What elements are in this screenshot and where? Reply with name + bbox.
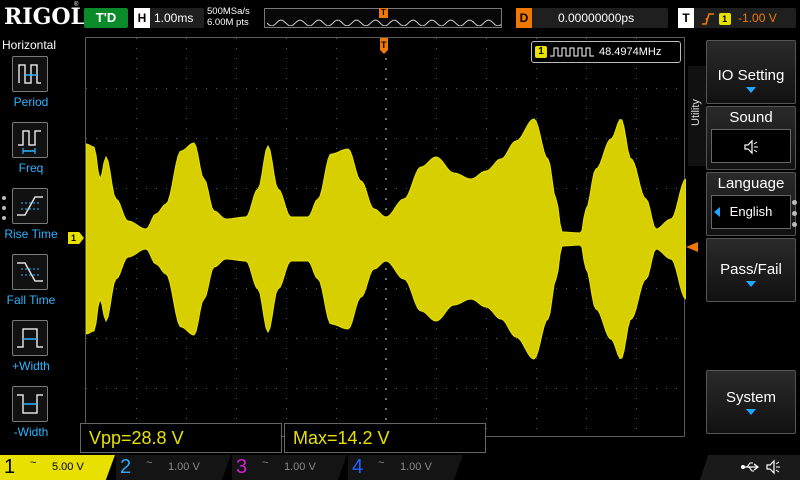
registered-mark: ®: [74, 2, 79, 8]
freq-channel-badge: 1: [535, 46, 547, 58]
positive-width-icon: [12, 320, 48, 356]
chevron-down-icon: [746, 281, 756, 287]
ch1-waveform: [86, 118, 686, 360]
positive-width-label: +Width: [12, 359, 50, 373]
negative-width-icon: [12, 386, 48, 422]
trigger-position-marker: T: [379, 8, 388, 18]
channel-4-coupling: ~: [378, 457, 385, 469]
usb-icon: [741, 462, 760, 472]
channel-1-scale: 5.00 V: [52, 461, 84, 473]
channel-status-bar: 1 ~ 5.00 V 2 ~ 1.00 V 3 ~ 1.00 V 4 ~ 1.0…: [0, 455, 800, 480]
measurement-max[interactable]: Max=14.2 V: [284, 423, 486, 453]
delay-value: 0.00000000ps: [558, 11, 635, 25]
language-selector[interactable]: English: [711, 195, 791, 229]
channel-1-coupling: ~: [30, 457, 37, 469]
channel-3-tab[interactable]: 3 ~ 1.00 V: [232, 455, 347, 480]
delay-key: D: [516, 8, 532, 28]
trigger-display[interactable]: T 1 -1.00 V: [678, 8, 796, 28]
channel-3-scale: 1.00 V: [284, 461, 316, 473]
negative-width-label: -Width: [13, 425, 49, 439]
language-label: Language: [717, 175, 785, 192]
channel-2-scale: 1.00 V: [168, 461, 200, 473]
utility-menu: Utility IO Setting Sound Language Englis…: [688, 36, 800, 454]
timebase-display[interactable]: H 1.00ms: [134, 8, 204, 28]
chevron-down-icon: [746, 409, 756, 415]
language-value: English: [729, 204, 773, 219]
sample-rate: 500MSa/s: [207, 6, 250, 17]
memory-waveform-overview: [267, 19, 501, 26]
channel-3-coupling: ~: [262, 457, 269, 469]
utility-tab: Utility: [688, 66, 706, 166]
chevron-left-icon: [714, 207, 720, 217]
trigger-source-marker: 1: [718, 12, 731, 25]
frequency-counter: 1 48.4974MHz: [531, 41, 681, 63]
measure-positive-width-button[interactable]: +Width: [0, 320, 60, 384]
channel-4-tab[interactable]: 4 ~ 1.00 V: [348, 455, 463, 480]
fall-time-icon: [12, 254, 48, 290]
channel-2-tab[interactable]: 2 ~ 1.00 V: [116, 455, 231, 480]
trigger-delay-display[interactable]: D 0.00000000ps: [516, 8, 668, 28]
channel-1-number: 1: [4, 456, 16, 478]
pass-fail-button[interactable]: Pass/Fail: [706, 238, 796, 302]
timebase-value: 1.00ms: [154, 11, 194, 25]
frequency-icon: [12, 122, 48, 158]
svg-text:T: T: [381, 40, 387, 50]
measure-rise-time-button[interactable]: Rise Time: [0, 188, 60, 252]
square-wave-icon: [550, 47, 594, 57]
chevron-down-icon: [746, 87, 756, 93]
right-menu-page-indicator: [792, 200, 798, 233]
channel-1-tab[interactable]: 1 ~ 5.00 V: [0, 455, 115, 480]
rising-edge-icon: [701, 12, 715, 26]
period-label: Period: [13, 95, 49, 109]
trigger-time-marker: T: [380, 38, 388, 54]
menu-page-indicator: [2, 196, 6, 226]
channel-2-coupling: ~: [146, 457, 153, 469]
measure-negative-width-button[interactable]: -Width: [0, 386, 60, 450]
speaker-icon: [744, 139, 758, 155]
acquisition-info: 500MSa/s 6.00M pts: [207, 6, 250, 28]
channel-4-scale: 1.00 V: [400, 461, 432, 473]
timebase-key: H: [134, 8, 150, 28]
waveform-grid: [86, 38, 686, 430]
rise-time-icon: [12, 188, 48, 224]
left-menu-title: Horizontal: [2, 38, 57, 52]
measurement-vpp[interactable]: Vpp=28.8 V: [80, 423, 282, 453]
channel-3-number: 3: [236, 456, 248, 478]
memory-depth: 6.00M pts: [207, 17, 249, 28]
period-icon: [12, 56, 48, 92]
measure-freq-button[interactable]: Freq: [0, 122, 60, 186]
waveform-display[interactable]: [85, 37, 686, 437]
sound-label: Sound: [729, 109, 773, 126]
trigger-key: T: [678, 8, 694, 28]
system-button[interactable]: System: [706, 370, 796, 434]
sound-menu[interactable]: Sound: [706, 106, 796, 170]
channel-2-number: 2: [120, 456, 132, 478]
language-menu[interactable]: Language English: [706, 172, 796, 236]
channel-4-number: 4: [352, 456, 364, 478]
run-status-badge[interactable]: T'D: [84, 8, 128, 28]
freq-value: 48.4974MHz: [599, 46, 662, 58]
trigger-level-value: -1.00 V: [738, 11, 777, 25]
speaker-icon: [766, 459, 780, 475]
top-status-bar: RIGOL ® T'D H 1.00ms 500MSa/s 6.00M pts T…: [0, 0, 800, 34]
measure-period-button[interactable]: Period: [0, 56, 60, 120]
system-status-area: [700, 455, 800, 480]
freq-label: Freq: [18, 161, 44, 175]
rise-time-label: Rise Time: [4, 227, 58, 241]
io-setting-button[interactable]: IO Setting: [706, 40, 796, 104]
measure-fall-time-button[interactable]: Fall Time: [0, 254, 60, 318]
horizontal-measure-menu: Horizontal Period Freq Rise Time Fall Ti…: [0, 36, 60, 452]
sound-toggle[interactable]: [711, 129, 791, 163]
fall-time-label: Fall Time: [6, 293, 56, 307]
ch1-ground-marker[interactable]: 1: [68, 232, 84, 244]
